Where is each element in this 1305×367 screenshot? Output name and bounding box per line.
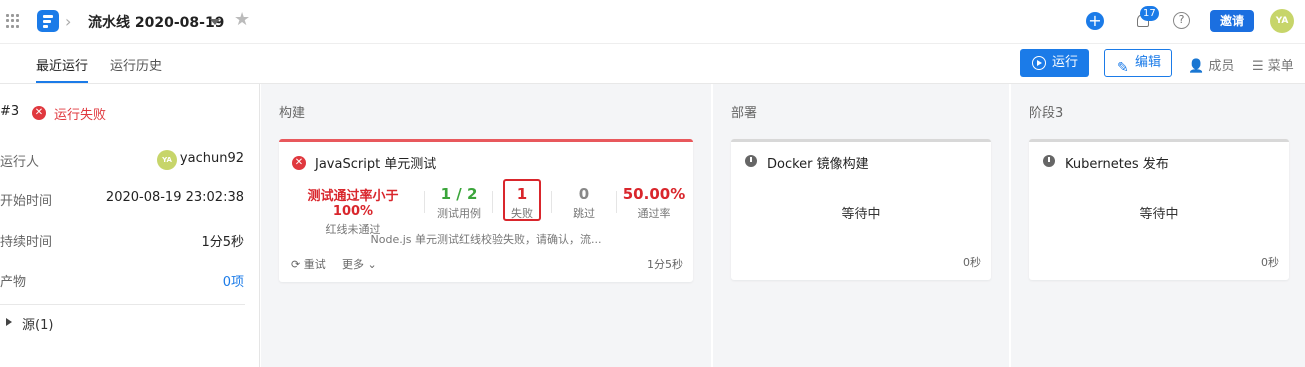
members-button[interactable]: 👤 成员 <box>1188 55 1234 74</box>
job-card-kubernetes-release[interactable]: Kubernetes 发布 等待中 0秒 <box>1029 139 1289 280</box>
status-bar <box>279 139 693 142</box>
highlight-box <box>503 179 541 221</box>
refresh-icon: ⟳ <box>291 258 301 271</box>
tab-run-history[interactable]: 运行历史 <box>110 55 162 74</box>
app-logo[interactable] <box>37 10 59 32</box>
more-dropdown[interactable]: 更多 ⌄ <box>342 256 377 272</box>
artifacts-label: 产物 <box>0 275 27 290</box>
invite-button[interactable]: 邀请 <box>1210 10 1254 32</box>
clock-icon <box>1043 155 1055 167</box>
status-bar <box>1029 139 1289 142</box>
job-duration: 0秒 <box>963 256 981 269</box>
play-icon <box>1032 56 1046 70</box>
stat-test-cases: 1 / 2 测试用例 <box>429 185 489 221</box>
menu-icon: ☰ <box>1252 59 1264 74</box>
stage-title: 部署 <box>731 106 758 121</box>
stat-value: 测试通过率小于100% <box>307 189 399 219</box>
start-time-value: 2020-08-19 23:02:38 <box>105 190 244 205</box>
error-icon: ✕ <box>32 106 46 120</box>
error-icon: ✕ <box>292 156 306 170</box>
runner-name[interactable]: yachun92 <box>180 151 244 166</box>
stat-label: 跳过 <box>573 207 595 220</box>
chevron-down-icon[interactable] <box>210 19 220 25</box>
stat-value: 0 <box>578 185 590 203</box>
retry-label: 重试 <box>303 258 326 271</box>
duration-label: 持续时间 <box>0 235 53 250</box>
retry-button[interactable]: ⟳ 重试 <box>291 256 326 272</box>
star-icon[interactable]: ★ <box>234 9 250 30</box>
job-status: 等待中 <box>1139 207 1179 222</box>
run-number: #3 <box>0 104 20 119</box>
stat-separator <box>551 191 552 213</box>
user-avatar[interactable]: YA <box>1270 9 1294 33</box>
stat-skipped: 0 跳过 <box>559 185 609 221</box>
job-card-docker-build[interactable]: Docker 镜像构建 等待中 0秒 <box>731 139 991 280</box>
pencil-icon: ✎ <box>1117 60 1129 76</box>
source-toggle[interactable]: 源(1) <box>22 314 53 333</box>
stat-separator <box>492 191 493 213</box>
stage-column-stage3: 阶段3 Kubernetes 发布 等待中 0秒 <box>1011 84 1305 367</box>
job-duration: 1分5秒 <box>647 258 683 271</box>
stat-separator <box>616 191 617 213</box>
runner-label: 运行人 <box>0 155 40 170</box>
stat-label: 测试用例 <box>437 207 481 220</box>
top-bar: › 流水线 2020-08-19 ★ + 17 ? 邀请 YA <box>0 0 1305 44</box>
stat-value: 50.00% <box>622 185 686 203</box>
stage-column-deploy: 部署 Docker 镜像构建 等待中 0秒 <box>713 84 1009 367</box>
divider <box>0 304 245 305</box>
duration-value: 1分5秒 <box>201 235 244 250</box>
menu-label: 菜单 <box>1267 59 1294 74</box>
avatar: YA <box>157 150 177 170</box>
caret-right-icon[interactable] <box>6 318 12 326</box>
active-tab-indicator <box>36 81 88 83</box>
help-icon[interactable]: ? <box>1173 12 1190 29</box>
job-name[interactable]: Docker 镜像构建 <box>767 153 869 172</box>
chevron-down-icon: ⌄ <box>367 258 377 271</box>
members-icon: 👤 <box>1188 59 1205 74</box>
stage-title: 阶段3 <box>1029 106 1064 121</box>
job-name[interactable]: JavaScript 单元测试 <box>315 153 436 172</box>
add-button[interactable]: + <box>1086 12 1104 30</box>
edit-button[interactable]: ✎ 编辑 <box>1104 49 1172 77</box>
start-time-label: 开始时间 <box>0 194 53 209</box>
run-button-label: 运行 <box>1052 55 1079 70</box>
job-status: 等待中 <box>841 207 881 222</box>
stat-label: 通过率 <box>637 207 671 220</box>
job-duration: 0秒 <box>1261 256 1279 269</box>
job-name[interactable]: Kubernetes 发布 <box>1065 153 1169 172</box>
stage-column-build: 构建 ✕ JavaScript 单元测试 测试通过率小于100% 红线未通过 1… <box>261 84 711 367</box>
chevron-right-icon: › <box>65 12 72 31</box>
edit-button-label: 编辑 <box>1135 55 1162 70</box>
job-card-js-unit-test[interactable]: ✕ JavaScript 单元测试 测试通过率小于100% 红线未通过 1 / … <box>279 139 693 282</box>
more-label: 更多 <box>342 258 364 271</box>
members-label: 成员 <box>1208 59 1235 74</box>
stat-gate: 测试通过率小于100% 红线未通过 <box>289 185 417 237</box>
stat-separator <box>424 191 425 213</box>
app-grid-icon[interactable] <box>6 14 20 28</box>
pipeline-title[interactable]: 流水线 2020-08-19 <box>88 12 224 32</box>
artifacts-link[interactable]: 0项 <box>223 271 244 290</box>
run-summary-panel: #3 ✕ 运行失败 运行人 YA yachun92 开始时间 2020-08-1… <box>0 84 260 367</box>
run-button[interactable]: 运行 <box>1020 49 1089 77</box>
stat-value: 1 / 2 <box>440 185 478 203</box>
status-bar <box>731 139 991 142</box>
menu-button[interactable]: ☰ 菜单 <box>1252 55 1294 74</box>
stage-title: 构建 <box>279 106 306 121</box>
sub-toolbar: 最近运行 运行历史 运行 ✎ 编辑 👤 成员 ☰ 菜单 <box>0 44 1305 84</box>
stat-pass-rate: 50.00% 通过率 <box>621 185 687 221</box>
run-status: 运行失败 <box>54 108 107 123</box>
notification-badge: 17 <box>1140 6 1159 21</box>
job-message: Node.js 单元测试红线校验失败，请确认，流... <box>370 233 602 246</box>
clock-icon <box>745 155 757 167</box>
tab-recent-runs[interactable]: 最近运行 <box>36 55 88 74</box>
